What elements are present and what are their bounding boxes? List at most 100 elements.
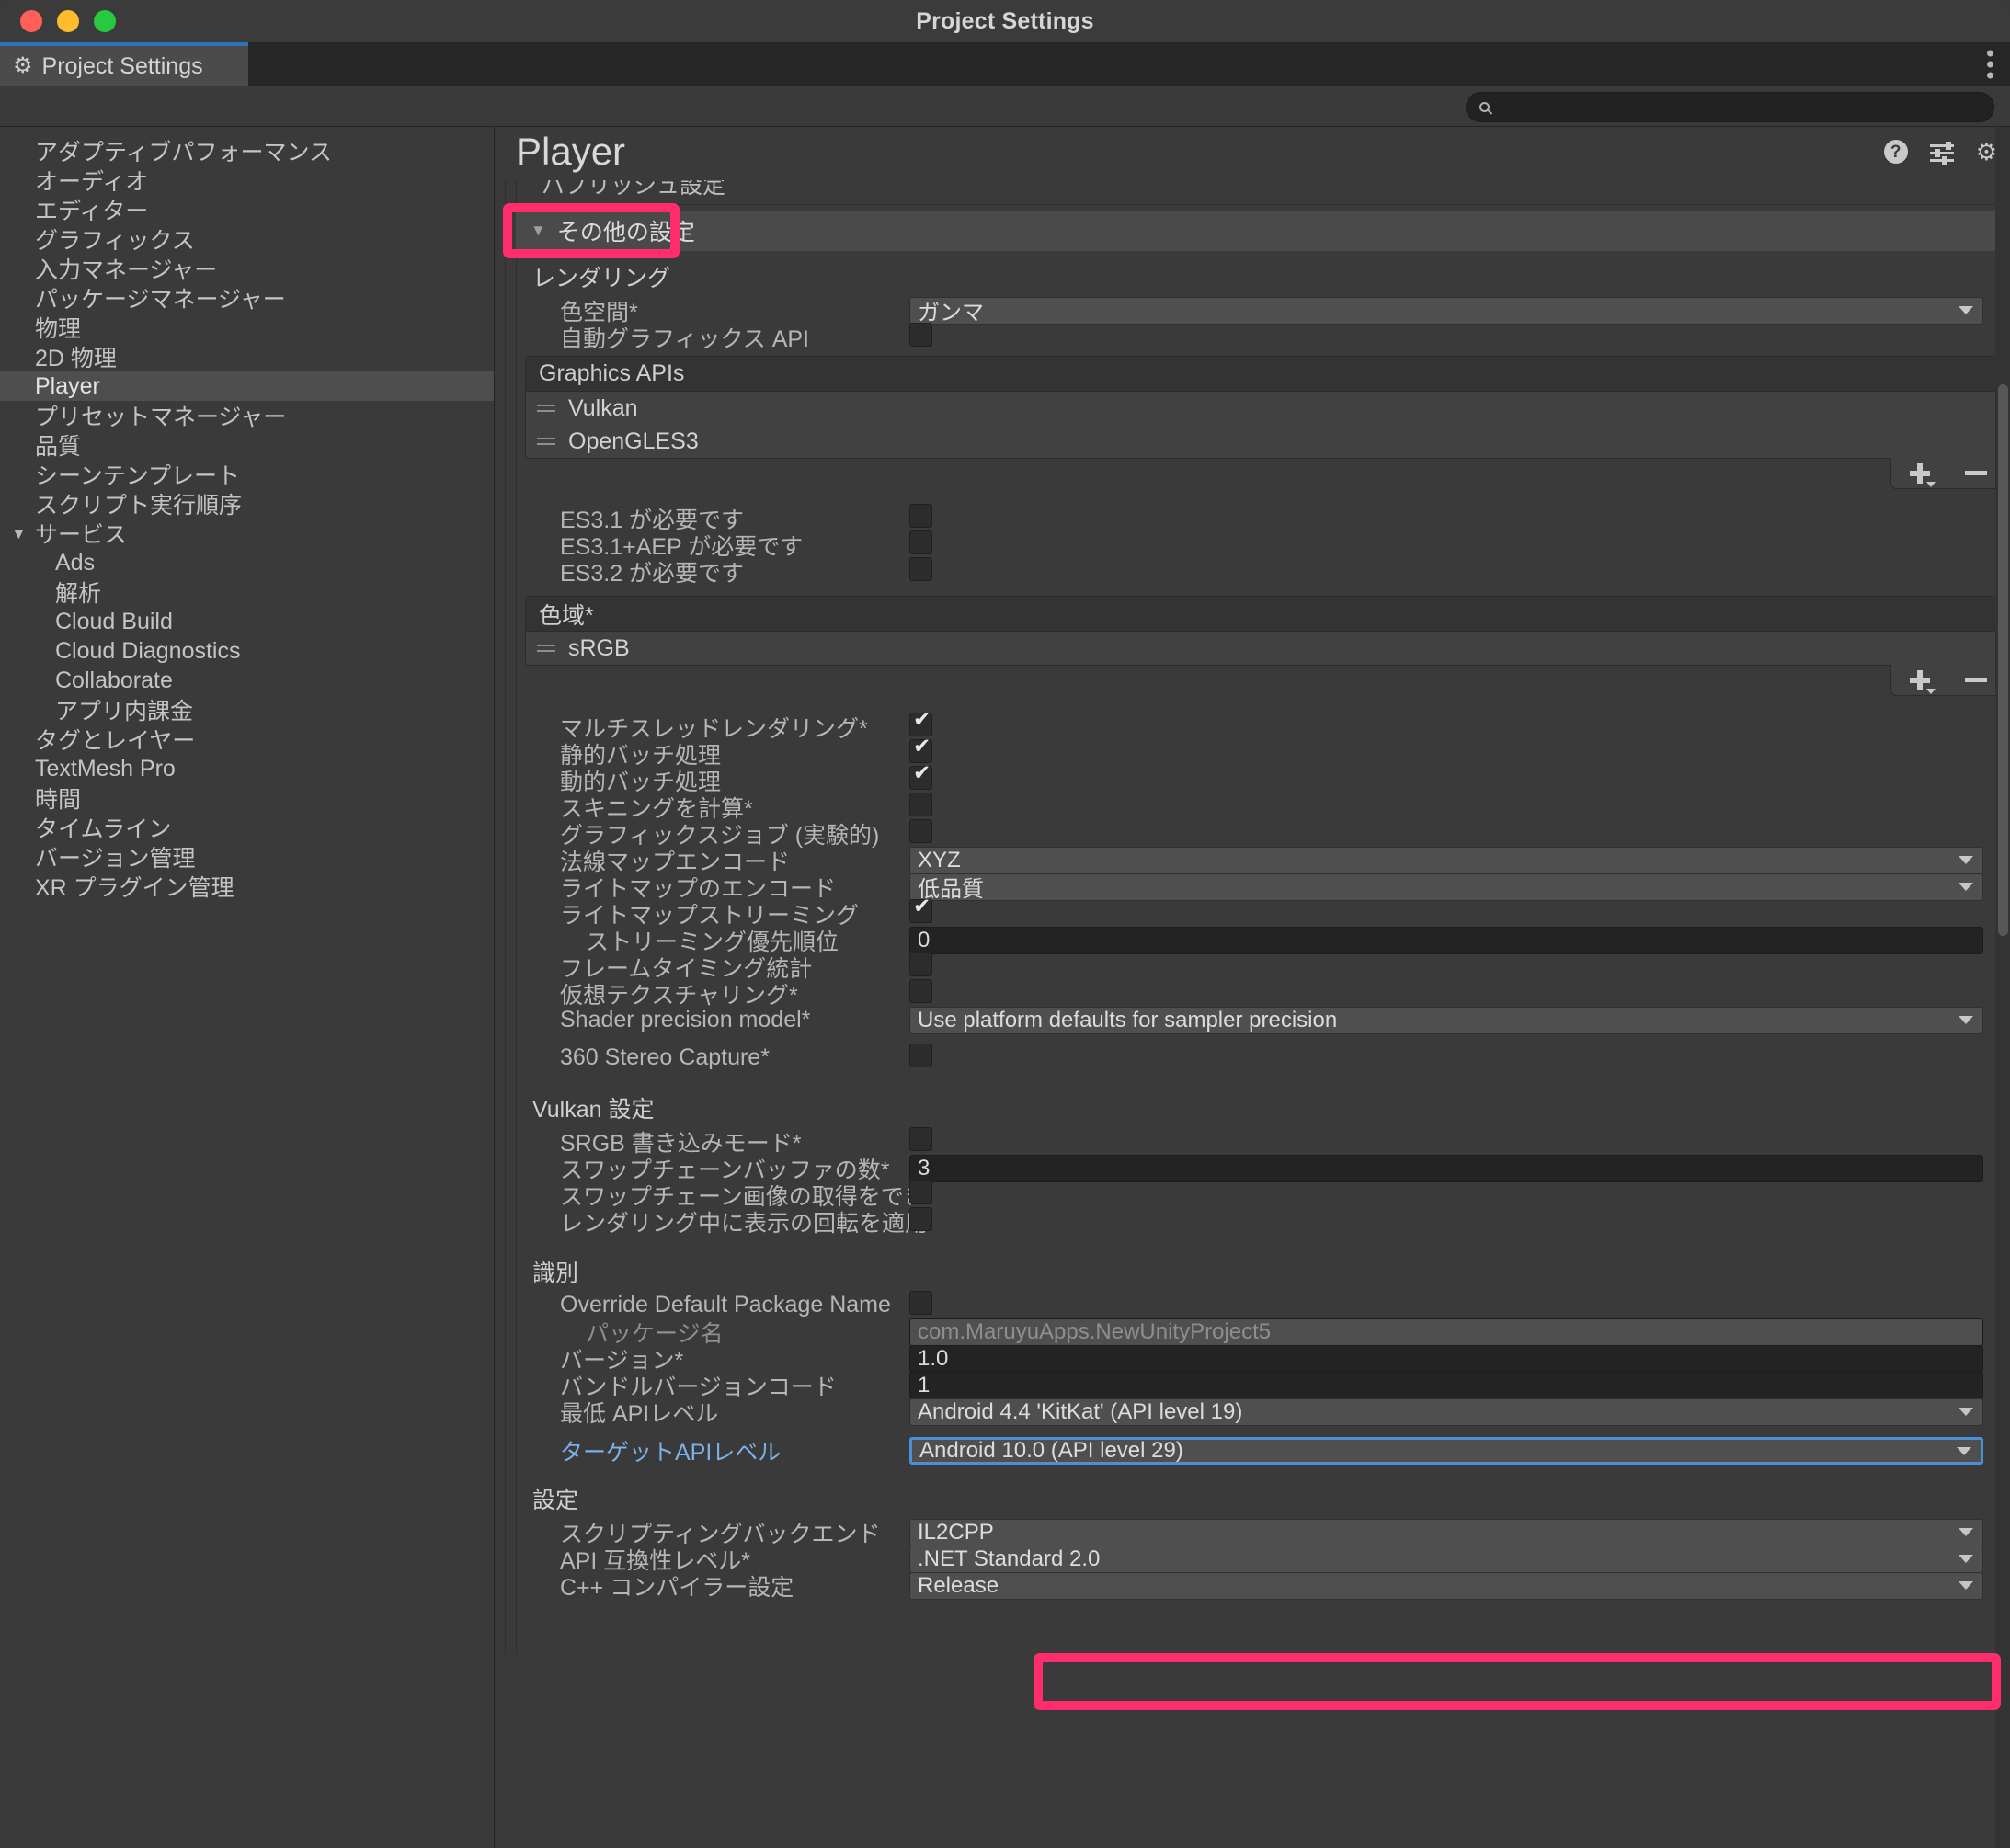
cpp-compiler-configuration-dropdown[interactable]: Release — [909, 1571, 1983, 1600]
other-settings-foldout[interactable]: ▼ その他の設定 — [516, 211, 2003, 251]
add-color-gamut-button[interactable] — [1908, 668, 1936, 694]
sidebar-item-adaptive-performance[interactable]: アダプティブパフォーマンス — [0, 136, 494, 165]
target-api-level-label: ターゲットAPIレベル — [560, 1440, 782, 1466]
settings-scroll-area[interactable]: パブリッシュ設定 ▼ その他の設定 レンダリング 色空間* ガンマ 自動グラフィ… — [496, 180, 2010, 1848]
sidebar-item-analytics[interactable]: 解析 — [0, 577, 494, 607]
drag-handle-icon[interactable] — [537, 405, 555, 412]
chevron-down-icon[interactable]: ▼ — [11, 526, 27, 542]
sidebar-item-editor[interactable]: エディター — [0, 195, 494, 224]
triangle-down-icon: ▼ — [531, 222, 546, 239]
scripting-backend-dropdown[interactable]: IL2CPP — [909, 1518, 1983, 1546]
lightmap-encoding-dropdown[interactable]: 低品質 — [909, 873, 1983, 902]
target-api-level-dropdown[interactable]: Android 10.0 (API level 29) — [909, 1437, 1983, 1465]
api-compatibility-level-dropdown[interactable]: .NET Standard 2.0 — [909, 1545, 1983, 1573]
list-item[interactable]: Vulkan — [526, 392, 2004, 425]
sidebar-item-xr-plugin-management[interactable]: XR プラグイン管理 — [0, 872, 494, 901]
sidebar-item-cloud-build[interactable]: Cloud Build — [0, 607, 494, 636]
virtual-texturing-label: 仮想テクスチャリング* — [560, 982, 798, 1009]
prerotation-checkbox[interactable] — [909, 1207, 932, 1231]
preset-icon[interactable] — [1929, 140, 1954, 165]
sidebar-item-label: 品質 — [35, 434, 82, 460]
scrollbar-thumb[interactable] — [1998, 384, 2008, 936]
sidebar-item-input-manager[interactable]: 入力マネージャー — [0, 254, 494, 283]
search-box[interactable] — [1466, 92, 1994, 122]
sidebar-item-label: Ads — [55, 549, 96, 576]
drag-handle-icon[interactable] — [537, 645, 555, 652]
other-settings-foldout-label: その他の設定 — [556, 220, 695, 245]
sidebar-item-audio[interactable]: オーディオ — [0, 165, 494, 195]
sidebar-item-collaborate[interactable]: Collaborate — [0, 666, 494, 695]
color-space-dropdown[interactable]: ガンマ — [909, 296, 1983, 325]
sidebar-item-label: Cloud Diagnostics — [55, 637, 241, 664]
sidebar-item-preset-manager[interactable]: プリセットマネージャー — [0, 401, 494, 430]
sidebar-item-timeline[interactable]: タイムライン — [0, 813, 494, 842]
stereo-capture-checkbox[interactable] — [909, 1044, 932, 1067]
list-item[interactable]: sRGB — [526, 632, 2004, 665]
sidebar-item-package-manager[interactable]: パッケージマネージャー — [0, 283, 494, 313]
sidebar-item-in-app-purchasing[interactable]: アプリ内課金 — [0, 695, 494, 724]
gear-icon[interactable]: ⚙ — [1976, 140, 1997, 164]
color-space-value: ガンマ — [918, 301, 984, 325]
virtual-texturing-checkbox[interactable] — [909, 979, 932, 1003]
requires-es31-aep-checkbox[interactable] — [909, 530, 932, 554]
vertical-scrollbar[interactable] — [1995, 127, 2010, 1848]
sidebar-item-physics-2d[interactable]: 2D 物理 — [0, 342, 494, 371]
sidebar-item-time[interactable]: 時間 — [0, 783, 494, 813]
sidebar-item-label: 物理 — [35, 316, 82, 342]
override-default-package-name-checkbox[interactable] — [909, 1291, 932, 1315]
tab-project-settings[interactable]: ⚙ Project Settings — [0, 42, 248, 86]
sidebar-item-quality[interactable]: 品質 — [0, 430, 494, 460]
sidebar-item-graphics[interactable]: グラフィックス — [0, 224, 494, 254]
swapchain-buffers-input[interactable]: 3 — [909, 1154, 1983, 1182]
srgb-write-mode-checkbox[interactable] — [909, 1127, 932, 1151]
sidebar-item-label: タイムライン — [35, 816, 172, 842]
requires-es32-checkbox[interactable] — [909, 557, 932, 581]
late-acquire-checkbox[interactable] — [909, 1181, 932, 1204]
version-input[interactable]: 1.0 — [909, 1344, 1983, 1373]
remove-graphics-api-button[interactable] — [1965, 471, 1987, 475]
minimum-api-level-dropdown[interactable]: Android 4.4 'KitKat' (API level 19) — [909, 1397, 1983, 1426]
compute-skinning-checkbox[interactable] — [909, 793, 932, 816]
drag-handle-icon[interactable] — [537, 438, 555, 445]
search-input[interactable] — [1499, 97, 1959, 118]
row-virtual-texturing: 仮想テクスチャリング* — [516, 979, 2010, 1009]
sidebar-item-tags-and-layers[interactable]: タグとレイヤー — [0, 724, 494, 754]
sidebar-item-ads[interactable]: Ads — [0, 548, 494, 577]
graphics-apis-list[interactable]: Graphics APIs Vulkan OpenGLES3 — [525, 356, 2005, 489]
sidebar-item-physics[interactable]: 物理 — [0, 313, 494, 342]
cpp-compiler-configuration-label: C++ コンパイラー設定 — [560, 1574, 794, 1601]
list-item[interactable]: OpenGLES3 — [526, 425, 2004, 458]
sidebar-item-cloud-diagnostics[interactable]: Cloud Diagnostics — [0, 636, 494, 666]
sidebar-item-textmesh-pro[interactable]: TextMesh Pro — [0, 754, 494, 783]
streaming-priority-input[interactable]: 0 — [909, 926, 1983, 954]
graphics-jobs-checkbox[interactable] — [909, 819, 932, 843]
sidebar-item-player[interactable]: Player — [0, 371, 494, 401]
sidebar-item-services[interactable]: ▼ サービス — [0, 519, 494, 548]
sidebar-item-version-control[interactable]: バージョン管理 — [0, 842, 494, 872]
shader-precision-model-dropdown[interactable]: Use platform defaults for sampler precis… — [909, 1006, 1983, 1034]
remove-color-gamut-button[interactable] — [1965, 678, 1987, 682]
sidebar-item-scene-template[interactable]: シーンテンプレート — [0, 460, 494, 489]
shader-precision-model-value: Use platform defaults for sampler precis… — [918, 1007, 1338, 1032]
lightmap-streaming-checkbox[interactable] — [909, 895, 932, 923]
normal-map-encoding-dropdown[interactable]: XYZ — [909, 846, 1983, 874]
normal-map-encoding-value: XYZ — [918, 847, 961, 873]
target-api-level-value: Android 10.0 (API level 29) — [919, 1438, 1183, 1463]
prerotation-label: レンダリング中に表示の回転を適用 — [560, 1210, 929, 1237]
auto-graphics-api-label: 自動グラフィックス API — [560, 325, 809, 352]
row-requires-es32: ES3.2 が必要です — [516, 557, 2010, 587]
auto-graphics-api-checkbox[interactable] — [909, 323, 932, 347]
color-gamut-list[interactable]: 色域* sRGB — [525, 596, 2005, 696]
frame-timing-stats-checkbox[interactable] — [909, 953, 932, 976]
dynamic-batching-checkbox[interactable] — [909, 762, 932, 790]
row-minimum-api-level: 最低 APIレベル Android 4.4 'KitKat' (API leve… — [516, 1397, 2010, 1427]
more-options-icon[interactable] — [1987, 50, 1993, 79]
graphics-api-name: Vulkan — [568, 394, 638, 421]
clipped-section-label: パブリッシュ設定 — [542, 180, 726, 197]
sidebar-item-script-execution-order[interactable]: スクリプト実行順序 — [0, 489, 494, 519]
add-graphics-api-button[interactable] — [1908, 462, 1936, 487]
requires-es31-checkbox[interactable] — [909, 504, 932, 528]
help-icon[interactable]: ? — [1883, 140, 1908, 164]
settings-sidebar[interactable]: アダプティブパフォーマンス オーディオ エディター グラフィックス 入力マネージ… — [0, 127, 495, 1848]
bundle-version-code-input[interactable]: 1 — [909, 1371, 1983, 1399]
